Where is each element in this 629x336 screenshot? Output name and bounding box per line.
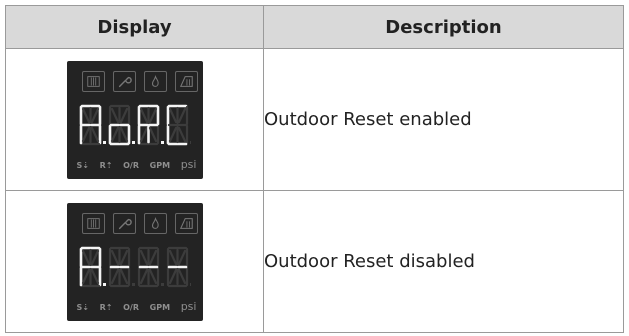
indicator-labels: S⇣ R⇡ O/R GPM psi bbox=[77, 300, 197, 313]
segment-j bbox=[119, 249, 128, 265]
digit-1 bbox=[79, 104, 106, 145]
segment-h bbox=[168, 249, 177, 265]
decimal-point bbox=[102, 282, 106, 286]
segment-j bbox=[90, 249, 99, 265]
segment-k bbox=[139, 268, 148, 284]
label-return: R⇡ bbox=[99, 160, 113, 170]
status-icons bbox=[81, 212, 198, 234]
flame-icon bbox=[143, 212, 167, 234]
description-cell: Outdoor Reset disabled bbox=[263, 190, 624, 333]
decimal-point bbox=[102, 140, 106, 144]
decimal-point bbox=[160, 282, 164, 286]
segment-h bbox=[168, 107, 177, 123]
lcd-display-panel: S⇣ R⇡ O/R GPM psi bbox=[66, 202, 203, 321]
digit-3 bbox=[137, 246, 164, 287]
segment-h bbox=[139, 249, 148, 265]
water-heater-icon bbox=[174, 70, 198, 92]
header-row: Display Description bbox=[5, 5, 624, 49]
label-supply: S⇣ bbox=[76, 302, 89, 312]
boiler-icon bbox=[81, 212, 105, 234]
segment-j bbox=[177, 107, 186, 123]
decimal-point bbox=[189, 282, 191, 286]
segment-h bbox=[110, 249, 119, 265]
segment-k bbox=[139, 126, 148, 142]
description-cell: Outdoor Reset enabled bbox=[263, 48, 624, 191]
digit-4 bbox=[166, 104, 191, 145]
wrench-icon bbox=[112, 212, 136, 234]
segment-j bbox=[148, 107, 157, 123]
table-row: S⇣ R⇡ O/R GPM psi Outdoor Reset disabled bbox=[5, 190, 624, 333]
status-icons bbox=[81, 70, 198, 92]
segment-j bbox=[119, 107, 128, 123]
segment-m bbox=[119, 126, 128, 142]
label-psi: psi bbox=[180, 299, 197, 313]
segment-k bbox=[110, 268, 119, 284]
segment-digits bbox=[79, 104, 191, 145]
flame-icon bbox=[143, 70, 167, 92]
decimal-point bbox=[131, 282, 135, 286]
wrench-icon bbox=[112, 70, 136, 92]
label-supply: S⇣ bbox=[76, 160, 89, 170]
lcd-display-panel: S⇣ R⇡ O/R GPM psi bbox=[66, 60, 203, 179]
segment-h bbox=[81, 107, 90, 123]
segment-m bbox=[177, 268, 186, 284]
decimal-point bbox=[189, 140, 191, 144]
label-outdoor-reset: O/R bbox=[123, 302, 140, 312]
digit-2 bbox=[108, 246, 135, 287]
segment-j bbox=[148, 249, 157, 265]
segment-h bbox=[110, 107, 119, 123]
segment-m bbox=[148, 268, 157, 284]
segment-j bbox=[177, 249, 186, 265]
header-display: Display bbox=[5, 5, 264, 49]
segment-k bbox=[168, 268, 177, 284]
digit-2 bbox=[108, 104, 135, 145]
segment-j bbox=[90, 107, 99, 123]
segment-h bbox=[139, 107, 148, 123]
display-cell: S⇣ R⇡ O/R GPM psi bbox=[5, 190, 264, 333]
display-cell: S⇣ R⇡ O/R GPM psi bbox=[5, 48, 264, 191]
table-row: S⇣ R⇡ O/R GPM psi Outdoor Reset enabled bbox=[5, 48, 624, 191]
segment-m bbox=[177, 126, 186, 142]
boiler-icon bbox=[81, 70, 105, 92]
decimal-point bbox=[160, 140, 164, 144]
segment-m bbox=[90, 268, 99, 284]
label-psi: psi bbox=[180, 157, 197, 171]
segment-m bbox=[119, 268, 128, 284]
indicator-labels: S⇣ R⇡ O/R GPM psi bbox=[77, 158, 197, 171]
segment-h bbox=[81, 249, 90, 265]
label-gpm: GPM bbox=[149, 302, 171, 312]
label-outdoor-reset: O/R bbox=[123, 160, 140, 170]
label-return: R⇡ bbox=[99, 302, 113, 312]
display-description-table: Display Description S⇣ R⇡ O/R GPM psi Ou… bbox=[5, 5, 624, 333]
segment-m bbox=[90, 126, 99, 142]
segment-k bbox=[168, 126, 177, 142]
segment-k bbox=[110, 126, 119, 142]
water-heater-icon bbox=[174, 212, 198, 234]
segment-k bbox=[81, 268, 90, 284]
digit-1 bbox=[79, 246, 106, 287]
label-gpm: GPM bbox=[149, 160, 171, 170]
decimal-point bbox=[131, 140, 135, 144]
segment-m bbox=[148, 126, 157, 142]
segment-digits bbox=[79, 246, 191, 287]
header-description: Description bbox=[263, 5, 624, 49]
segment-k bbox=[81, 126, 90, 142]
digit-4 bbox=[166, 246, 191, 287]
digit-3 bbox=[137, 104, 164, 145]
